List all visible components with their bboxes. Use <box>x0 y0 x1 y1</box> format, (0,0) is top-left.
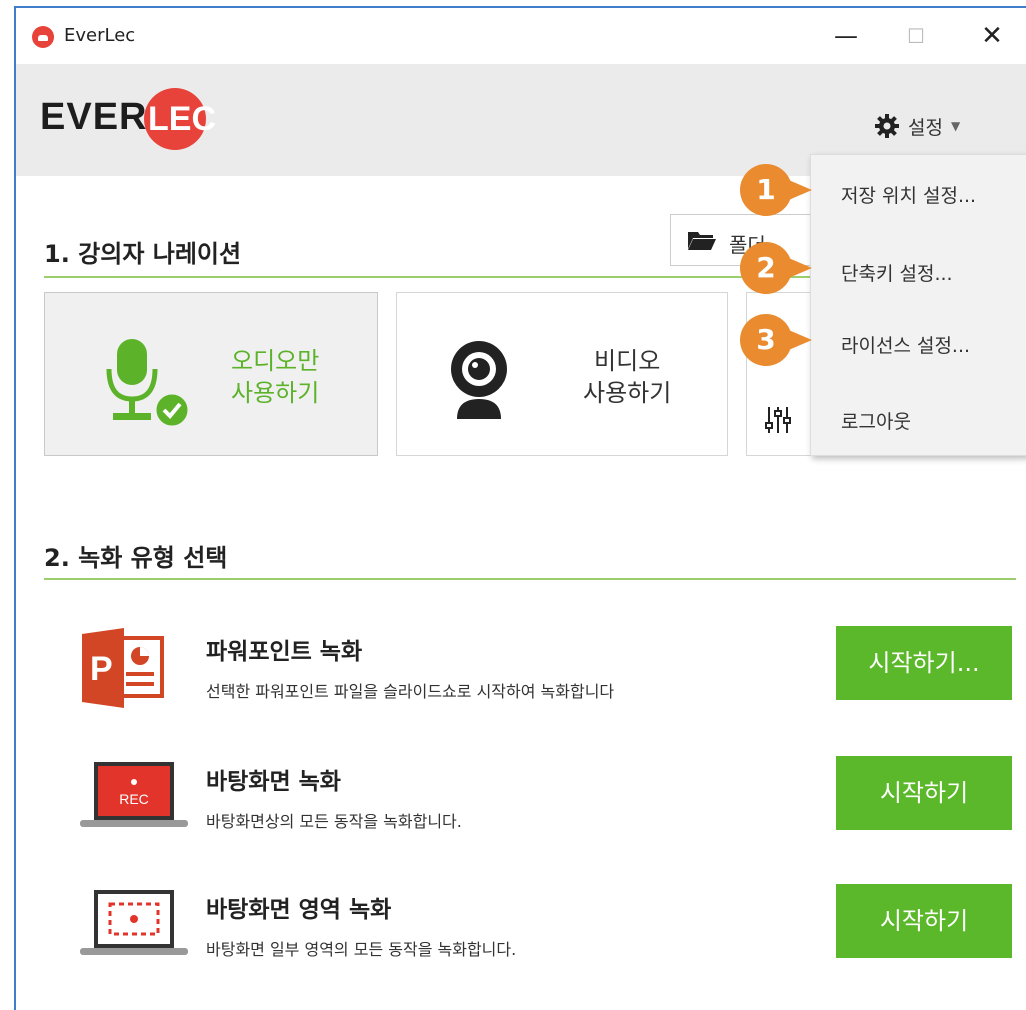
folder-open-icon <box>688 232 716 250</box>
row-description: 바탕화면 일부 영역의 모든 동작을 녹화합니다. <box>206 940 517 959</box>
powerpoint-icon: P <box>82 628 164 708</box>
start-desktop-button[interactable]: 시작하기 <box>836 756 1012 830</box>
section-divider <box>44 578 1016 580</box>
chevron-down-icon: ▼ <box>950 119 961 133</box>
row-description: 바탕화면상의 모든 동작을 녹화합니다. <box>206 812 462 831</box>
logo-text-ever: EVER <box>40 96 148 138</box>
svg-text:P: P <box>90 650 113 688</box>
callout-marker: 1 <box>740 164 824 216</box>
area-record-icon <box>80 890 188 955</box>
row-title: 바탕화면 영역 녹화 <box>206 897 392 923</box>
audio-only-card[interactable]: 오디오만 사용하기 <box>44 292 378 456</box>
mixer-icon <box>765 407 791 433</box>
callout-marker: 3 <box>740 314 824 366</box>
video-label: 비디오 사용하기 <box>583 345 671 409</box>
menu-item-license[interactable]: 라이선스 설정... <box>841 331 970 358</box>
check-circle-icon <box>153 391 191 429</box>
section-title-recording-type: 2. 녹화 유형 선택 <box>44 544 228 572</box>
app-icon <box>32 26 54 48</box>
logo-text-lec: LEC <box>148 100 216 138</box>
section-title-narration: 1. 강의자 나레이션 <box>44 240 242 268</box>
settings-button[interactable]: 설정 ▼ <box>874 108 960 144</box>
settings-label: 설정 <box>908 116 943 139</box>
minimize-button[interactable]: — <box>816 16 876 56</box>
video-label-line1: 비디오 <box>594 347 661 375</box>
audio-only-label: 오디오만 사용하기 <box>231 345 319 409</box>
callout-number: 2 <box>756 251 776 284</box>
video-card[interactable]: 비디오 사용하기 <box>396 292 728 456</box>
start-desktop-area-button[interactable]: 시작하기 <box>836 884 1012 958</box>
start-powerpoint-button[interactable]: 시작하기... <box>836 626 1012 700</box>
menu-item-shortcut-keys[interactable]: 단축키 설정... <box>841 259 953 286</box>
audio-label-line2: 사용하기 <box>231 379 320 407</box>
recording-option-powerpoint: P 파워포인트 녹화 선택한 파워포인트 파일을 슬라이드쇼로 시작하여 녹화합… <box>44 622 1016 722</box>
callout-marker: 2 <box>740 242 824 294</box>
menu-item-logout[interactable]: 로그아웃 <box>841 407 911 434</box>
settings-dropdown-menu: 저장 위치 설정... 단축키 설정... 라이선스 설정... 로그아웃 <box>810 154 1026 456</box>
menu-item-save-location[interactable]: 저장 위치 설정... <box>841 181 976 208</box>
callout-number: 3 <box>756 323 776 356</box>
video-label-line2: 사용하기 <box>583 379 672 407</box>
screen-record-icon: REC <box>80 762 188 827</box>
webcam-icon <box>451 341 507 419</box>
callout-number: 1 <box>756 173 776 206</box>
audio-label-line1: 오디오만 <box>231 347 320 375</box>
row-title: 파워포인트 녹화 <box>206 639 363 665</box>
row-title: 바탕화면 녹화 <box>206 769 341 795</box>
gear-icon <box>875 114 899 138</box>
close-button[interactable]: ✕ <box>962 16 1022 56</box>
window-title: EverLec <box>64 25 136 46</box>
rec-badge: REC <box>119 791 149 807</box>
row-description: 선택한 파워포인트 파일을 슬라이드쇼로 시작하여 녹화합니다 <box>206 682 615 701</box>
title-bar: EverLec — ☐ ✕ <box>16 8 1026 64</box>
maximize-button[interactable]: ☐ <box>886 16 946 56</box>
app-window: EverLec — ☐ ✕ EVER LEC 설정 ▼ 1. 강의자 나레이션 … <box>14 6 1026 1010</box>
recording-option-desktop-area: 바탕화면 영역 녹화 바탕화면 일부 영역의 모든 동작을 녹화합니다. 시작하… <box>44 880 1016 980</box>
recording-option-desktop: REC 바탕화면 녹화 바탕화면상의 모든 동작을 녹화합니다. 시작하기 <box>44 752 1016 852</box>
